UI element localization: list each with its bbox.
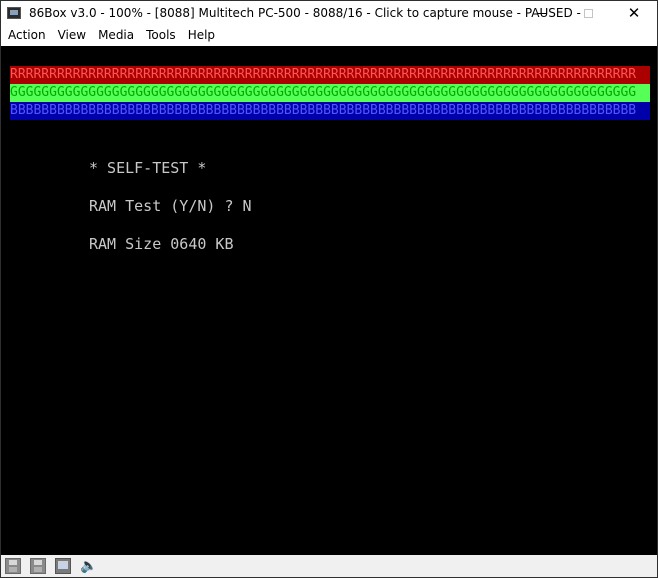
menu-view[interactable]: View — [52, 25, 92, 46]
emulator-window: 86Box v3.0 - 100% - [8088] Multitech PC-… — [0, 0, 658, 578]
minimize-icon — [537, 12, 547, 14]
ram-size-readout: RAM Size 0640 KB — [89, 235, 234, 253]
red-test-band: RRRRRRRRRRRRRRRRRRRRRRRRRRRRRRRRRRRRRRRR… — [10, 66, 650, 84]
app-icon — [7, 7, 21, 19]
maximize-button[interactable] — [565, 1, 611, 25]
speaker-icon[interactable]: 🔈 — [80, 558, 97, 574]
status-bar: 🔈 — [1, 555, 657, 577]
window-controls: ✕ — [519, 1, 657, 25]
maximize-icon — [583, 8, 593, 18]
close-button[interactable]: ✕ — [611, 1, 657, 25]
self-test-heading: * SELF-TEST * — [89, 159, 207, 177]
floppy-drive-1-icon[interactable] — [5, 558, 21, 574]
display-icon[interactable] — [55, 558, 71, 574]
floppy-drive-2-icon[interactable] — [30, 558, 46, 574]
close-icon: ✕ — [627, 3, 641, 22]
minimize-button[interactable] — [519, 1, 565, 25]
menu-tools[interactable]: Tools — [140, 25, 182, 46]
title-bar[interactable]: 86Box v3.0 - 100% - [8088] Multitech PC-… — [1, 1, 657, 25]
ram-test-prompt: RAM Test (Y/N) ? N — [89, 197, 252, 215]
menu-media[interactable]: Media — [92, 25, 140, 46]
green-test-band: GGGGGGGGGGGGGGGGGGGGGGGGGGGGGGGGGGGGGGGG… — [10, 84, 650, 102]
menu-action[interactable]: Action — [1, 25, 52, 46]
window-title: 86Box v3.0 - 100% - [8088] Multitech PC-… — [29, 6, 581, 20]
blue-test-band: BBBBBBBBBBBBBBBBBBBBBBBBBBBBBBBBBBBBBBBB… — [10, 102, 650, 120]
menu-bar: Action View Media Tools Help — [1, 25, 657, 46]
menu-help[interactable]: Help — [182, 25, 221, 46]
emulated-display[interactable]: RRRRRRRRRRRRRRRRRRRRRRRRRRRRRRRRRRRRRRRR… — [1, 46, 657, 555]
